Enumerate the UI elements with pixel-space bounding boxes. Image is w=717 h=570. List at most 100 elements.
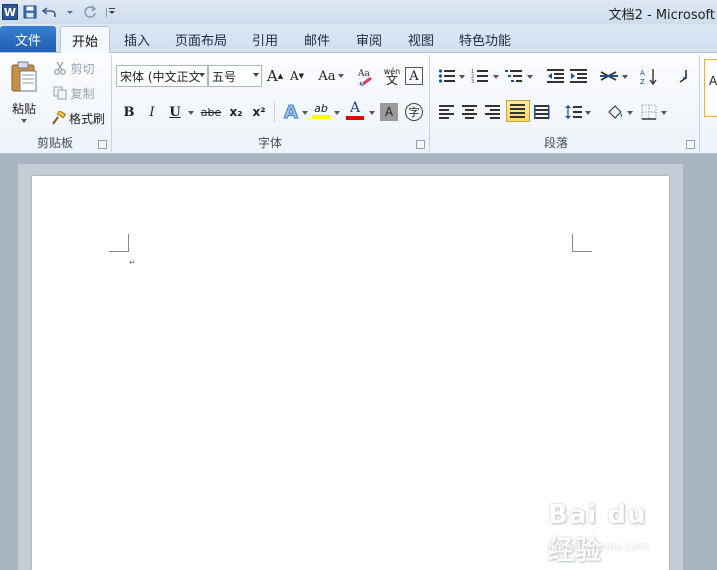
format-painter-button[interactable]: 格式刷 — [50, 107, 106, 129]
paste-label: 粘贴 — [11, 101, 36, 116]
word-logo-icon[interactable]: W — [2, 4, 18, 20]
multilevel-list-button[interactable] — [503, 65, 525, 87]
tab-view[interactable]: 视图 — [400, 26, 442, 53]
borders-dropdown-icon[interactable] — [661, 111, 667, 115]
sort-button[interactable]: AZ — [638, 65, 660, 87]
font-name-dropdown-icon[interactable] — [199, 73, 205, 77]
character-shading-button[interactable]: A — [380, 103, 398, 121]
tab-references[interactable]: 引用 — [244, 26, 286, 53]
clipboard-group-label: 剪贴板 — [36, 136, 73, 150]
paragraph-mark-icon — [679, 70, 687, 83]
justify-icon — [510, 104, 525, 118]
save-icon[interactable] — [22, 4, 38, 20]
align-left-button[interactable] — [436, 101, 458, 123]
copy-button[interactable]: 复制 — [50, 82, 98, 104]
font-color-icon: A — [349, 100, 361, 116]
font-name-combo[interactable]: 宋体 (中文正文 — [116, 65, 208, 87]
distributed-button[interactable] — [531, 101, 553, 123]
align-center-icon — [462, 105, 477, 119]
svg-text:Z: Z — [640, 78, 645, 85]
cut-button[interactable]: 剪切 — [50, 57, 98, 79]
tab-file[interactable]: 文件 — [0, 26, 56, 52]
quick-access-toolbar: W — [2, 2, 118, 22]
borders-icon — [641, 104, 657, 120]
multilevel-dropdown-icon[interactable] — [527, 75, 533, 79]
undo-dropdown-icon[interactable] — [62, 4, 78, 20]
font-color-dropdown-icon[interactable] — [369, 111, 375, 115]
cut-label: 剪切 — [70, 61, 95, 76]
redo-icon[interactable] — [82, 4, 98, 20]
highlight-button[interactable]: ab — [310, 99, 332, 121]
bold-button[interactable]: B — [118, 101, 140, 123]
font-size-combo[interactable]: 五号 — [208, 65, 262, 87]
paragraph-launcher-icon[interactable] — [686, 140, 695, 149]
undo-icon[interactable] — [42, 4, 58, 20]
clipboard-launcher-icon[interactable] — [98, 140, 107, 149]
character-border-button[interactable]: A — [405, 67, 423, 85]
change-case-dropdown-icon[interactable] — [337, 74, 344, 78]
paint-bucket-icon — [608, 105, 623, 119]
show-hide-marks-button[interactable] — [672, 65, 694, 87]
shading-button[interactable] — [604, 101, 626, 123]
font-color-button[interactable]: A — [344, 99, 366, 121]
group-separator — [699, 55, 700, 152]
paste-dropdown-icon[interactable] — [21, 118, 27, 123]
tab-review[interactable]: 审阅 — [348, 26, 390, 53]
font-size-dropdown-icon[interactable] — [253, 73, 259, 77]
highlight-dropdown-icon[interactable] — [334, 111, 340, 115]
customize-qat-icon[interactable] — [102, 4, 118, 20]
italic-button[interactable]: I — [141, 101, 163, 123]
format-painter-icon — [52, 111, 66, 125]
bullets-button[interactable] — [436, 65, 458, 87]
numbering-button[interactable]: 123 — [469, 65, 491, 87]
grow-font-button[interactable]: A ▲ — [264, 65, 286, 87]
line-spacing-icon — [565, 105, 582, 119]
format-painter-label: 格式刷 — [68, 111, 105, 126]
justify-button[interactable] — [506, 100, 530, 122]
font-launcher-icon[interactable] — [416, 140, 425, 149]
paragraph-group-label: 段落 — [543, 136, 568, 150]
decrease-indent-button[interactable] — [545, 65, 567, 87]
increase-indent-icon — [570, 69, 587, 83]
strikethrough-button[interactable]: abe — [198, 101, 224, 123]
clear-formatting-button[interactable]: Aa — [356, 65, 378, 87]
styles-gallery[interactable]: A — [704, 59, 717, 117]
line-spacing-button[interactable] — [563, 101, 585, 123]
change-case-button[interactable]: Aa — [316, 65, 346, 87]
underline-button[interactable]: U — [164, 101, 186, 123]
scissors-icon — [54, 61, 67, 75]
superscript-button[interactable]: x² — [248, 101, 270, 123]
align-right-button[interactable] — [482, 101, 504, 123]
underline-dropdown-icon[interactable] — [188, 111, 194, 115]
watermark: Bai du 经验 jingyan.baidu.com — [548, 490, 683, 566]
tab-insert[interactable]: 插入 — [116, 26, 158, 53]
tab-mailings[interactable]: 邮件 — [296, 26, 338, 53]
bullets-dropdown-icon[interactable] — [459, 75, 465, 79]
align-center-button[interactable] — [459, 101, 481, 123]
subscript-button[interactable]: x₂ — [225, 101, 247, 123]
text-effects-dropdown-icon[interactable] — [302, 111, 308, 115]
copy-label: 复制 — [70, 86, 95, 101]
copy-icon — [53, 86, 67, 100]
line-spacing-dropdown-icon[interactable] — [585, 111, 591, 115]
tab-special-features[interactable]: 特色功能 — [452, 26, 518, 53]
font-size-value: 五号 — [212, 69, 237, 84]
phonetic-char: 文 — [385, 73, 398, 87]
tab-home[interactable]: 开始 — [60, 26, 110, 54]
margin-corner-top-left — [109, 234, 129, 252]
text-effects-button[interactable]: A — [280, 101, 302, 123]
shrink-font-button[interactable]: A ▼ — [286, 65, 308, 87]
borders-button[interactable] — [638, 101, 660, 123]
increase-indent-button[interactable] — [568, 65, 590, 87]
tab-page-layout[interactable]: 页面布局 — [170, 26, 232, 53]
highlight-icon: ab — [314, 101, 328, 115]
paste-button[interactable]: 粘贴 — [4, 55, 44, 127]
shading-dropdown-icon[interactable] — [627, 111, 633, 115]
chinese-layout-button[interactable] — [598, 65, 620, 87]
chinese-layout-dropdown-icon[interactable] — [622, 75, 628, 79]
phonetic-guide-button[interactable]: wén 文 — [381, 65, 403, 87]
paragraph-mark: ↵ — [129, 258, 136, 267]
numbering-icon: 123 — [471, 69, 488, 84]
enclose-characters-button[interactable]: 字 — [403, 101, 425, 123]
numbering-dropdown-icon[interactable] — [493, 75, 499, 79]
